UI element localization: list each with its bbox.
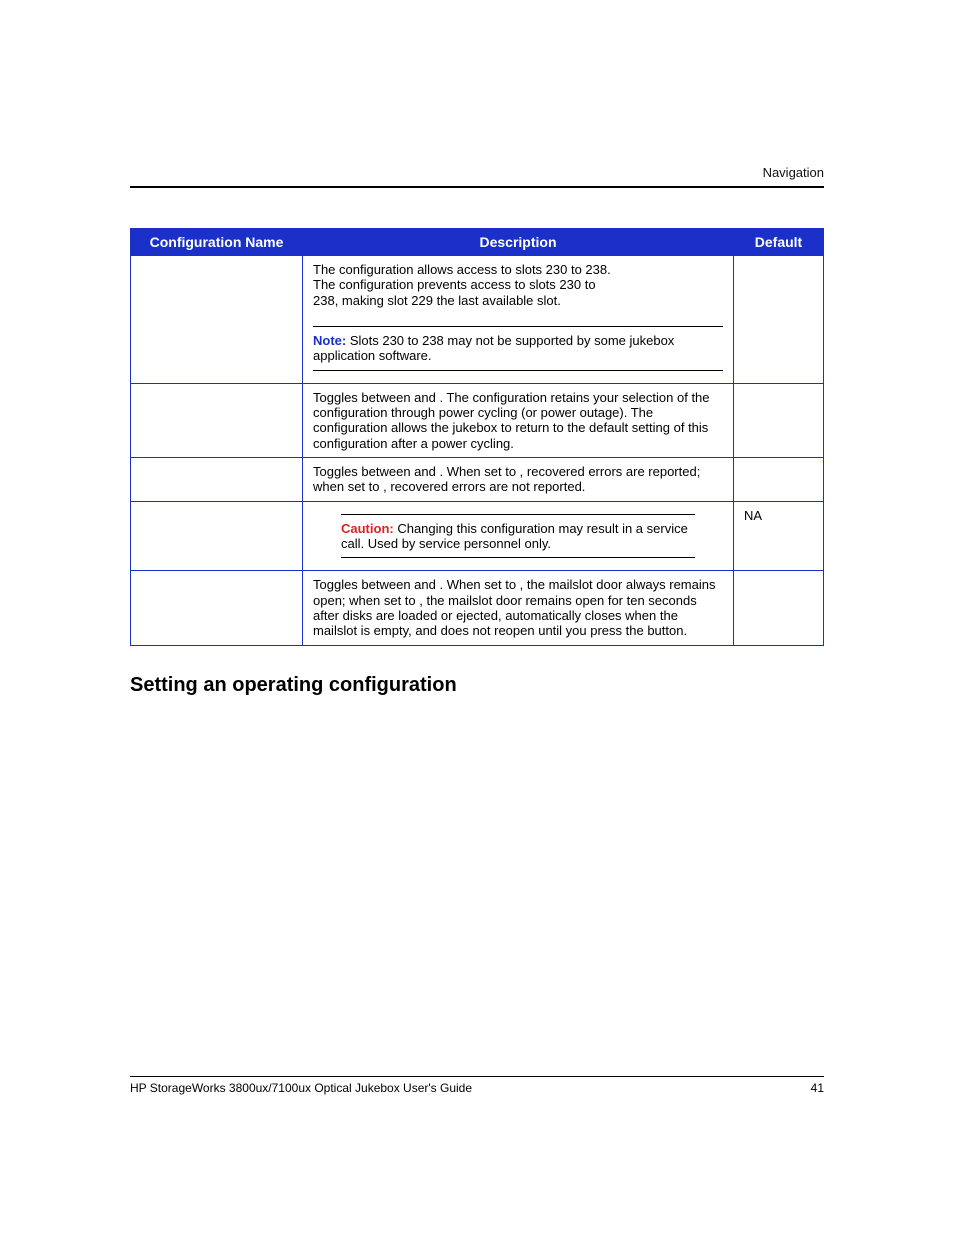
cell-config-name	[131, 256, 303, 384]
cell-description: Toggles between and . When set to , the …	[303, 571, 734, 645]
cell-default	[734, 383, 824, 457]
page-footer: HP StorageWorks 3800ux/7100ux Optical Ju…	[130, 1076, 824, 1095]
th-config-name: Configuration Name	[131, 229, 303, 256]
cell-description: Caution: Changing this configuration may…	[303, 501, 734, 571]
cell-default	[734, 571, 824, 645]
th-default: Default	[734, 229, 824, 256]
cell-config-name	[131, 383, 303, 457]
cell-description: The configuration allows access to slots…	[303, 256, 734, 384]
note-rule	[313, 326, 723, 327]
footer-rule	[130, 1076, 824, 1077]
top-rule	[130, 186, 824, 188]
cell-description: Toggles between and . When set to , reco…	[303, 457, 734, 501]
desc-text: configuration allows access to slots 230…	[339, 262, 611, 277]
desc-text: The	[313, 262, 339, 277]
table-row: Caution: Changing this configuration may…	[131, 501, 824, 571]
table-row: The configuration allows access to slots…	[131, 256, 824, 384]
cell-default	[734, 457, 824, 501]
desc-text: 238, making slot 229 the last available …	[313, 293, 561, 308]
table-row: Toggles between and . When set to , the …	[131, 571, 824, 645]
cell-description: Toggles between and . The configuration …	[303, 383, 734, 457]
section-heading: Setting an operating configuration	[130, 674, 824, 697]
footer-doc-title: HP StorageWorks 3800ux/7100ux Optical Ju…	[130, 1081, 472, 1095]
cell-config-name	[131, 501, 303, 571]
table-row: Toggles between and . The configuration …	[131, 383, 824, 457]
running-head: Navigation	[130, 165, 824, 180]
desc-text: configuration prevents access to slots 2…	[339, 277, 596, 292]
caution-label: Caution:	[341, 521, 394, 536]
config-table: Configuration Name Description Default T…	[130, 228, 824, 646]
note-box: Note: Slots 230 to 238 may not be suppor…	[313, 326, 723, 371]
cell-config-name	[131, 571, 303, 645]
caution-box: Caution: Changing this configuration may…	[341, 514, 695, 559]
note-label: Note:	[313, 333, 346, 348]
cell-default	[734, 256, 824, 384]
footer-page-number: 41	[811, 1081, 824, 1095]
th-description: Description	[303, 229, 734, 256]
note-text: Slots 230 to 238 may not be supported by…	[313, 333, 674, 363]
caution-rule	[341, 514, 695, 515]
caution-text: Changing this configuration may result i…	[341, 521, 688, 551]
note-rule	[313, 370, 723, 371]
cell-default: NA	[734, 501, 824, 571]
caution-rule	[341, 557, 695, 558]
page: Navigation Configuration Name Descriptio…	[0, 0, 954, 1235]
desc-text: The	[313, 277, 339, 292]
cell-config-name	[131, 457, 303, 501]
table-row: Toggles between and . When set to , reco…	[131, 457, 824, 501]
